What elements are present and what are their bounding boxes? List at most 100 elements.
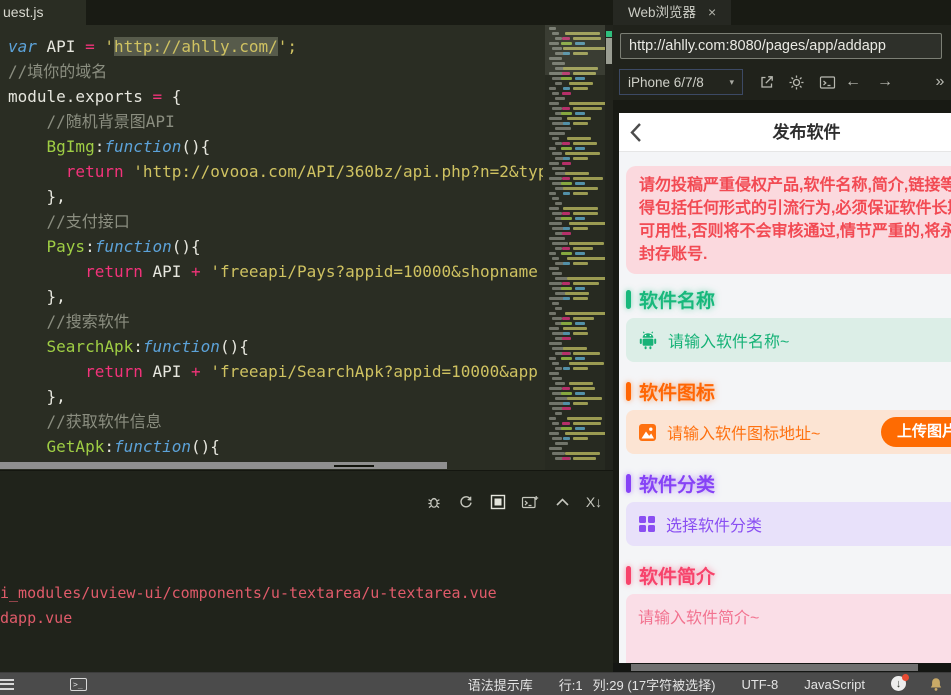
terminal-icon[interactable]: >_ [70, 677, 87, 691]
minimap-row [547, 177, 603, 180]
encoding-status[interactable]: UTF-8 [741, 677, 778, 692]
splitter-grip[interactable] [334, 465, 374, 467]
editor-vertical-scrollbar[interactable] [605, 25, 613, 470]
minimap-row [547, 107, 603, 110]
statusbar: >_ 语法提示库 行:1 列:29 (17字符被选择) UTF-8 JavaSc… [0, 672, 951, 695]
debug-bug-icon[interactable] [425, 493, 443, 511]
minimap-viewport[interactable] [545, 25, 605, 75]
console-toolbar: X↓ [425, 493, 603, 511]
minimap-row [547, 457, 603, 460]
minimap-row [547, 397, 603, 400]
section-accent-bar [626, 474, 631, 493]
open-external-icon[interactable] [756, 71, 778, 93]
minimap-row [547, 192, 603, 195]
input-icon[interactable]: 请输入软件图标地址~ 上传图片 [626, 410, 951, 454]
upload-image-button[interactable]: 上传图片 [880, 417, 951, 447]
code-line[interactable]: SearchApk:function(){ [0, 334, 543, 359]
minimap-row [547, 207, 603, 210]
minimap-row [547, 437, 603, 440]
language-status[interactable]: JavaScript [804, 677, 865, 692]
nav-forward-icon[interactable]: → [874, 71, 896, 93]
minimap-row [547, 92, 603, 95]
section-accent-bar [626, 566, 631, 585]
editor-body[interactable]: var API = 'http://ahlly.com/';//填你的域名 mod… [0, 25, 613, 470]
code-area[interactable]: var API = 'http://ahlly.com/';//填你的域名 mod… [0, 34, 543, 462]
console-line: dapp.vue [0, 609, 73, 627]
input-name[interactable]: 请输入软件名称~ [626, 318, 951, 362]
section-accent-bar [626, 290, 631, 309]
code-line[interactable]: //搜索软件 [0, 309, 543, 334]
code-line[interactable]: }, [0, 384, 543, 409]
url-input[interactable]: http://ahlly.com:8080/pages/app/addapp [620, 33, 942, 59]
minimap-row [547, 222, 605, 225]
textarea-intro[interactable]: 请输入软件简介~ [626, 594, 951, 663]
preview-horizontal-scrollbar[interactable] [613, 663, 951, 672]
console-output: i_modules/uview-ui/components/u-textarea… [0, 581, 497, 631]
input-category[interactable]: 选择软件分类 [626, 502, 951, 546]
minimap-row [547, 227, 603, 230]
devtools-console-icon[interactable] [816, 71, 838, 93]
minimap[interactable] [545, 25, 605, 470]
editor-tab-requestjs[interactable]: uest.js [0, 0, 86, 25]
scroll-marker [606, 31, 612, 37]
code-line[interactable]: //获取软件信息 [0, 409, 543, 434]
minimap-row [547, 317, 603, 320]
minimap-row [547, 352, 603, 355]
code-line[interactable]: //支付接口 [0, 209, 543, 234]
close-tab-icon[interactable]: × [708, 0, 716, 25]
code-line[interactable]: Pays:function(){ [0, 234, 543, 259]
nav-back-icon[interactable]: ← [842, 71, 864, 93]
code-line[interactable]: //填你的域名 [0, 59, 543, 84]
minimap-row [547, 452, 603, 455]
code-line[interactable]: }, [0, 284, 543, 309]
code-line[interactable]: return API + 'freeapi/SearchApk?appid=10… [0, 359, 543, 384]
code-line[interactable]: GetApk:function(){ [0, 434, 543, 459]
code-line[interactable]: //随机背景图API [0, 109, 543, 134]
statusbar-right: 语法提示库 行:1 列:29 (17字符被选择) UTF-8 JavaScrip… [442, 674, 951, 694]
code-line[interactable]: return API + 'freeapi/Pays?appid=10000&s… [0, 259, 543, 284]
minimap-row [547, 182, 603, 185]
minimap-row [547, 382, 603, 385]
restart-icon[interactable] [457, 493, 475, 511]
minimap-row [547, 267, 603, 270]
code-line[interactable]: var API = 'http://ahlly.com/'; [0, 34, 543, 59]
syntax-lib-status[interactable]: 语法提示库 [468, 675, 533, 694]
minimap-row [547, 137, 603, 140]
cursor-line-status[interactable]: 行:1 [559, 675, 583, 694]
chevron-down-icon: ▾ [729, 76, 734, 87]
device-select[interactable]: iPhone 6/7/8 ▾ [619, 69, 743, 95]
minimap-row [547, 297, 603, 300]
minimap-row [547, 327, 603, 330]
stop-icon[interactable] [489, 493, 507, 511]
code-line[interactable]: }, [0, 184, 543, 209]
cursor-column-status[interactable]: 列:29 (17字符被选择) [593, 675, 716, 694]
minimap-row [547, 322, 603, 325]
more-tools-icon[interactable]: » [929, 71, 951, 93]
code-line[interactable]: BgImg:function(){ [0, 134, 543, 159]
placeholder-text: 请输入软件名称~ [668, 334, 790, 351]
notification-bell-icon[interactable] [929, 677, 943, 692]
minimap-row [547, 367, 603, 370]
minimap-row [547, 167, 603, 170]
clear-console-icon[interactable]: X↓ [585, 493, 603, 511]
minimap-row [547, 342, 603, 345]
settings-gear-icon[interactable] [785, 71, 807, 93]
section-heading-name: 软件名称 [626, 286, 951, 313]
minimap-row [547, 242, 604, 245]
code-line[interactable]: return 'http://ovooa.com/API/360bz/api.p… [0, 159, 543, 184]
section-heading-category: 软件分类 [626, 470, 951, 497]
browser-tab[interactable]: Web浏览器 × [613, 0, 731, 25]
section-heading-intro: 软件简介 [626, 562, 951, 589]
minimap-row [547, 202, 603, 205]
update-download-icon[interactable]: ↓ [891, 674, 909, 692]
editor-horizontal-scrollbar[interactable] [0, 462, 447, 469]
scroll-thumb[interactable] [631, 664, 918, 671]
minimap-row [547, 447, 603, 450]
collapse-up-icon[interactable] [553, 493, 571, 511]
code-line[interactable]: module.exports = { [0, 84, 543, 109]
menu-hamburger-icon[interactable] [0, 678, 14, 690]
scroll-thumb[interactable] [606, 38, 612, 64]
new-terminal-icon[interactable] [521, 493, 539, 511]
browser-toolbar: iPhone 6/7/8 ▾ ← → » [613, 65, 951, 100]
minimap-row [547, 392, 603, 395]
